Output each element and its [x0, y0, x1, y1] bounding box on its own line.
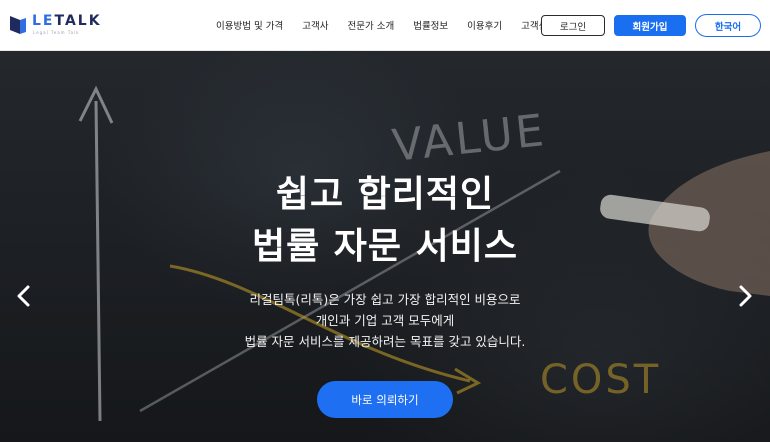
- language-button[interactable]: 한국어: [695, 14, 761, 37]
- hero-description-line1: 리걸팀톡(리톡)은 가장 쉽고 가장 합리적인 비용으로: [249, 292, 521, 307]
- hero-description-line2: 개인과 기업 고객 모두에게: [315, 313, 455, 328]
- chevron-left-icon[interactable]: [14, 283, 34, 309]
- hero-title-line1: 쉽고 합리적인: [275, 174, 495, 215]
- logo-accent: LE: [32, 13, 55, 29]
- hero-banner: VALUE COST 쉽고 합리적인 법률 자문 서비스 리걸팀톡(리톡)은 가…: [0, 51, 770, 442]
- logo-rest: TALK: [54, 13, 102, 29]
- nav-item-reviews[interactable]: 이용후기: [467, 18, 502, 32]
- bg-word-cost: COST: [540, 357, 662, 403]
- logo-tagline: Legal Team Talk: [33, 30, 80, 35]
- nav-item-clients[interactable]: 고객사: [302, 18, 328, 32]
- request-now-button[interactable]: 바로 의뢰하기: [317, 381, 453, 418]
- logo-text: LETALK: [32, 13, 102, 29]
- nav-item-legal-info[interactable]: 법률정보: [413, 18, 448, 32]
- logo-mark-icon: [10, 16, 26, 34]
- nav-item-experts[interactable]: 전문가 소개: [347, 18, 394, 32]
- hero-title-line2: 법률 자문 서비스: [252, 226, 518, 267]
- nav-item-how-to-use[interactable]: 이용방법 및 가격: [216, 18, 283, 32]
- login-button[interactable]: 로그인: [541, 15, 605, 36]
- site-header: LETALK Legal Team Talk 이용방법 및 가격 고객사 전문가…: [0, 0, 770, 51]
- signup-button[interactable]: 회원가입: [614, 15, 686, 36]
- chevron-right-icon[interactable]: [735, 283, 755, 309]
- hero-description-line3: 법률 자문 서비스를 제공하려는 목표를 갖고 있습니다.: [244, 334, 526, 349]
- letalk-logo[interactable]: LETALK Legal Team Talk: [10, 12, 100, 40]
- main-nav: 이용방법 및 가격 고객사 전문가 소개 법률정보 이용후기 고객센터: [216, 18, 575, 32]
